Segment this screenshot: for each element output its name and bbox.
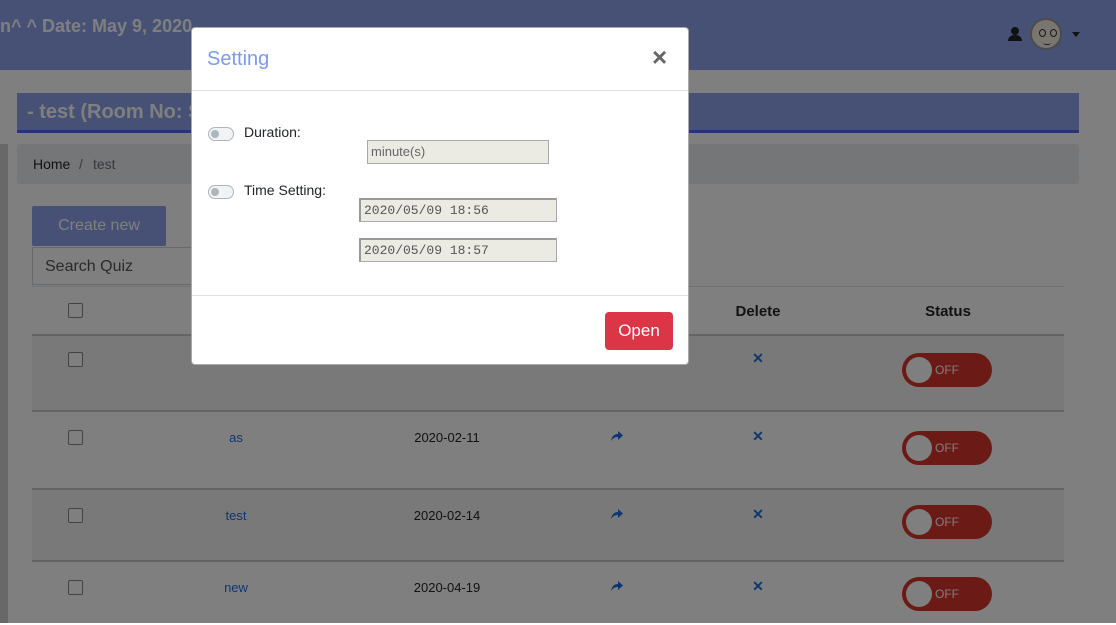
modal-footer: Open (192, 295, 688, 365)
time-setting-toggle[interactable] (208, 185, 234, 199)
setting-modal: Setting × Duration: minute(s) Time Setti… (191, 27, 689, 365)
close-icon[interactable]: × (652, 42, 667, 73)
start-time-input[interactable]: 2020/05/09 18:56 (359, 198, 557, 222)
modal-header: Setting × (192, 28, 688, 91)
modal-title: Setting (207, 48, 270, 70)
duration-input[interactable]: minute(s) (367, 140, 549, 164)
end-time-input[interactable]: 2020/05/09 18:57 (359, 238, 557, 262)
open-button[interactable]: Open (605, 312, 673, 350)
duration-label: Duration: (244, 124, 301, 140)
time-setting-label: Time Setting: (244, 182, 326, 198)
duration-toggle[interactable] (208, 127, 234, 141)
